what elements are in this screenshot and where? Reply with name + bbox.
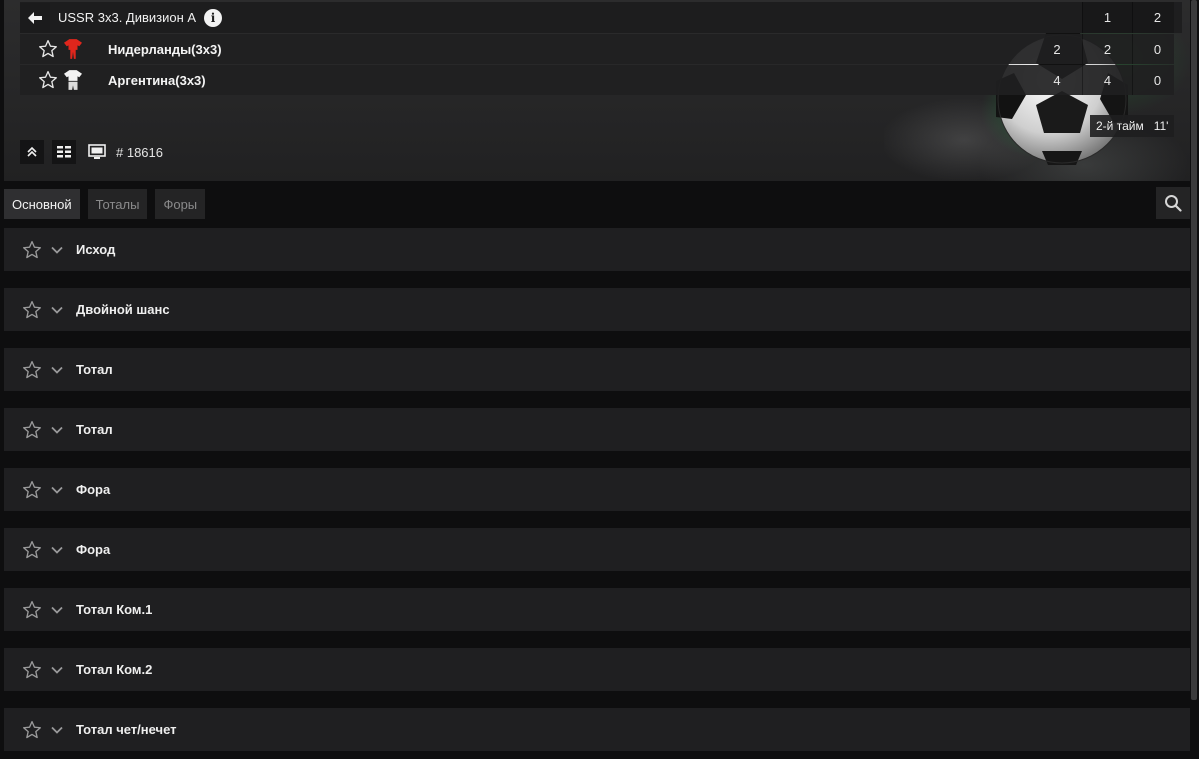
team-score: 2: [1082, 34, 1132, 64]
team-kit-icon: [64, 70, 82, 90]
market-tabs: Основной Тоталы Форы: [4, 189, 213, 219]
tv-icon: [88, 144, 106, 159]
team-score: 0: [1132, 65, 1182, 95]
tab-totals[interactable]: Тоталы: [87, 189, 148, 219]
favorite-star-icon[interactable]: [22, 660, 42, 680]
match-id: # 18616: [116, 144, 163, 160]
market-row[interactable]: Фора: [4, 528, 1190, 571]
favorite-star-icon[interactable]: [38, 70, 58, 90]
market-row[interactable]: Тотал Ком.1: [4, 588, 1190, 631]
market-row[interactable]: Тотал Ком.2: [4, 648, 1190, 691]
market-name: Двойной шанс: [76, 302, 170, 317]
league-row: USSR 3x3. Дивизион А i 1 2: [20, 2, 1182, 33]
period-label: 2-й тайм: [1096, 119, 1144, 133]
scoreboard-header: USSR 3x3. Дивизион А i 1 2 Нидерланды(3x…: [4, 0, 1190, 181]
score-header-cell: 1: [1082, 2, 1132, 33]
market-name: Тотал чет/нечет: [76, 722, 177, 737]
market-name: Фора: [76, 482, 111, 497]
search-button[interactable]: [1156, 187, 1190, 219]
back-button[interactable]: [20, 2, 50, 33]
favorite-star-icon[interactable]: [22, 720, 42, 740]
team-score: 2: [1053, 41, 1061, 57]
market-row[interactable]: Тотал чет/нечет: [4, 708, 1190, 751]
collapse-header-button[interactable]: [20, 140, 44, 164]
chevron-down-icon[interactable]: [50, 663, 64, 677]
chevron-down-icon[interactable]: [50, 603, 64, 617]
favorite-star-icon[interactable]: [22, 600, 42, 620]
favorite-star-icon[interactable]: [22, 540, 42, 560]
market-name: Исход: [76, 242, 116, 257]
market-row[interactable]: Тотал: [4, 348, 1190, 391]
score-header-cell: [1032, 2, 1082, 33]
chevron-down-icon[interactable]: [50, 543, 64, 557]
info-icon[interactable]: i: [204, 8, 223, 27]
team-score: 4: [1053, 72, 1061, 88]
favorite-star-icon[interactable]: [22, 480, 42, 500]
double-chevron-up-icon: [27, 146, 37, 157]
market-name: Тотал: [76, 422, 113, 437]
favorite-star-icon[interactable]: [22, 420, 42, 440]
match-minute: 11': [1153, 119, 1169, 133]
market-name: Тотал Ком.1: [76, 602, 153, 617]
team-row-away: Аргентина(3x3) 4 4 0: [20, 65, 1174, 95]
header-tools: # 18616: [20, 140, 163, 164]
league-title: USSR 3x3. Дивизион А: [58, 10, 197, 25]
favorite-star-icon[interactable]: [22, 360, 42, 380]
tab-main[interactable]: Основной: [4, 189, 80, 219]
team-name-home: Нидерланды(3x3): [108, 41, 222, 57]
market-row[interactable]: Двойной шанс: [4, 288, 1190, 331]
arrow-left-icon: [28, 11, 42, 24]
match-period-badge: 2-й тайм 11': [1090, 115, 1175, 137]
score-header-cell: 2: [1132, 2, 1182, 33]
market-row[interactable]: Фора: [4, 468, 1190, 511]
market-row[interactable]: Тотал: [4, 408, 1190, 451]
markets-list: Исход Двойной шанс Тотал Тотал Фора Фора…: [4, 228, 1190, 759]
match-page: USSR 3x3. Дивизион А i 1 2 Нидерланды(3x…: [0, 0, 1199, 759]
favorite-star-icon[interactable]: [22, 240, 42, 260]
favorite-star-icon[interactable]: [22, 300, 42, 320]
layout-toggle-button[interactable]: [52, 140, 76, 164]
chevron-down-icon[interactable]: [50, 303, 64, 317]
search-icon: [1165, 195, 1182, 212]
chevron-down-icon[interactable]: [50, 483, 64, 497]
team-score: 0: [1132, 34, 1182, 64]
market-name: Фора: [76, 542, 111, 557]
team-row-home: Нидерланды(3x3) 2 2 0: [20, 34, 1174, 64]
market-name: Тотал Ком.2: [76, 662, 153, 677]
tab-handicaps[interactable]: Форы: [155, 189, 206, 219]
team-kit-icon: [64, 39, 82, 59]
chevron-down-icon[interactable]: [50, 363, 64, 377]
chevron-down-icon[interactable]: [50, 243, 64, 257]
grid-layout-icon: [57, 146, 71, 158]
market-name: Тотал: [76, 362, 113, 377]
live-tv-button[interactable]: [86, 141, 108, 163]
team-score: 4: [1082, 65, 1132, 95]
scrollbar[interactable]: [1191, 0, 1197, 700]
favorite-star-icon[interactable]: [38, 39, 58, 59]
team-name-away: Аргентина(3x3): [108, 72, 206, 88]
chevron-down-icon[interactable]: [50, 423, 64, 437]
market-row[interactable]: Исход: [4, 228, 1190, 271]
chevron-down-icon[interactable]: [50, 723, 64, 737]
